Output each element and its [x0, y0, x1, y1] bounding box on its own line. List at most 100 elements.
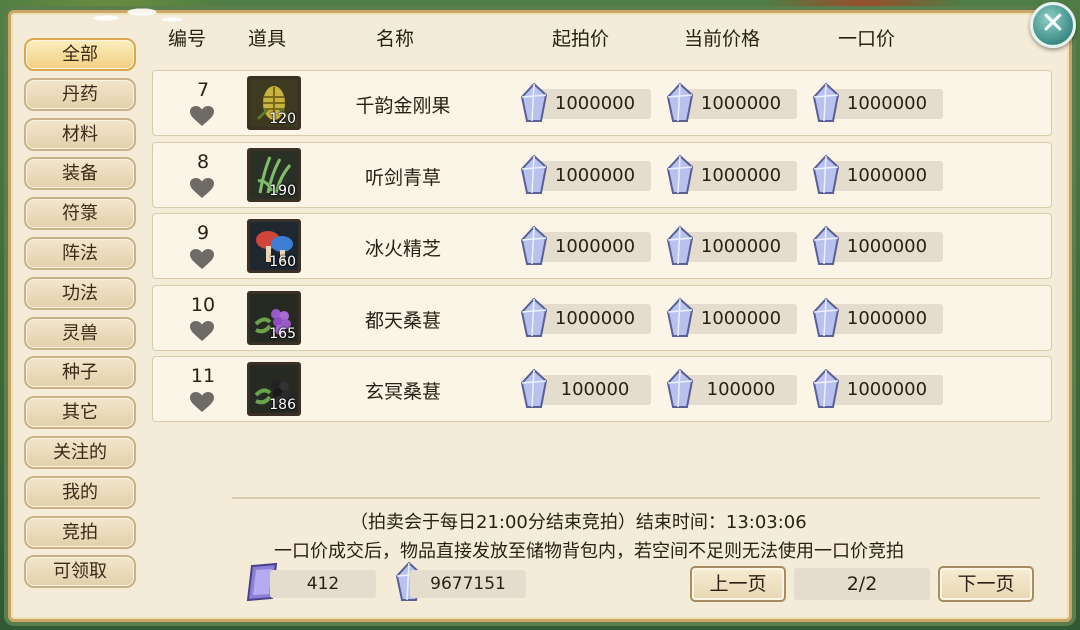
start-price-value: 1000000 — [539, 89, 651, 119]
crystal-icon — [667, 154, 693, 194]
current-price: 1000000 — [667, 83, 797, 122]
heart-icon[interactable] — [189, 248, 215, 270]
crystal-icon — [667, 297, 693, 337]
current-price: 1000000 — [667, 226, 797, 265]
sidebar-item-talismans[interactable]: 符箓 — [24, 197, 136, 231]
crystal-icon — [521, 226, 547, 265]
item-number: 9 — [196, 222, 210, 244]
item-number: 7 — [196, 79, 210, 101]
current-price-value: 1000000 — [685, 232, 797, 262]
crystal-icon — [813, 369, 839, 408]
next-page-button[interactable]: 下一页 — [938, 566, 1034, 602]
item-name: 玄冥桑葚 — [364, 381, 441, 403]
table-row[interactable]: 8 190 听剑青草 1000000 1000000 1000000 — [152, 141, 1052, 208]
crystal-icon — [667, 369, 693, 408]
table-row[interactable]: 9 160 冰火精芝 1000000 1000000 1000000 — [152, 213, 1052, 279]
header-current-price: 当前价格 — [684, 28, 761, 50]
table-row[interactable]: 10 165 都天桑葚 1000000 1000000 1000000 — [152, 284, 1052, 351]
buyout-price-value: 1000000 — [831, 303, 943, 334]
start-price-value: 1000000 — [539, 160, 651, 191]
crystal-icon — [667, 83, 693, 122]
sidebar-item-techniques[interactable]: 功法 — [24, 276, 136, 310]
page-indicator: 2/2 — [794, 568, 930, 600]
sidebar-item-materials[interactable]: 材料 — [24, 117, 136, 151]
buyout-price: 1000000 — [813, 297, 943, 337]
sidebar-item-bidding[interactable]: 竞拍 — [24, 515, 136, 549]
heart-icon[interactable] — [189, 391, 215, 413]
sidebar-item-seeds[interactable]: 种子 — [24, 356, 136, 390]
header-start-price: 起拍价 — [552, 28, 610, 50]
sidebar-item-formations[interactable]: 阵法 — [24, 236, 136, 270]
header-number: 编号 — [168, 28, 207, 50]
item-count: 190 — [269, 182, 296, 199]
item-name: 冰火精芝 — [364, 238, 441, 260]
heart-icon[interactable] — [189, 105, 215, 127]
heart-icon[interactable] — [189, 177, 215, 199]
token-balance-value: 412 — [306, 574, 340, 594]
crystal-balance-value: 9677151 — [430, 574, 506, 594]
item-count: 160 — [269, 254, 296, 270]
start-price: 1000000 — [521, 83, 651, 122]
crystal-icon — [521, 369, 547, 408]
golden-pinecone-icon[interactable]: 120 — [247, 76, 301, 130]
buyout-price: 1000000 — [813, 369, 943, 408]
item-number: 11 — [190, 365, 216, 387]
crystal-icon — [667, 226, 693, 265]
sidebar-item-mine[interactable]: 我的 — [24, 475, 136, 509]
crystal-icon — [521, 83, 547, 122]
header-name: 名称 — [376, 28, 415, 50]
current-price: 1000000 — [667, 154, 797, 194]
heart-icon[interactable] — [189, 320, 215, 342]
black-berry-icon[interactable]: 186 — [247, 362, 301, 416]
item-count: 186 — [269, 397, 296, 413]
item-name: 都天桑葚 — [364, 309, 441, 332]
auction-list: 7 120 千韵金刚果 1000000 1000000 1000000 8 19… — [152, 70, 1052, 428]
token-balance: 412 — [270, 570, 376, 598]
divider — [232, 497, 1040, 499]
sidebar-item-others[interactable]: 其它 — [24, 396, 136, 430]
item-name: 千韵金刚果 — [355, 95, 451, 117]
start-price-value: 100000 — [539, 375, 651, 405]
start-price: 1000000 — [521, 154, 651, 194]
crystal-icon — [813, 297, 839, 337]
mushroom-icon[interactable]: 160 — [247, 219, 301, 273]
sidebar-item-spirit-beasts[interactable]: 灵兽 — [24, 316, 136, 350]
table-header: 编号 道具 名称 起拍价 当前价格 一口价 — [150, 24, 1050, 54]
buyout-price-value: 1000000 — [831, 89, 943, 119]
item-count: 120 — [269, 111, 296, 127]
prev-page-button[interactable]: 上一页 — [690, 566, 786, 602]
crystal-icon — [521, 297, 547, 337]
start-price-value: 1000000 — [539, 303, 651, 334]
item-number: 10 — [190, 293, 216, 316]
buyout-price: 1000000 — [813, 226, 943, 265]
table-row[interactable]: 7 120 千韵金刚果 1000000 1000000 1000000 — [152, 70, 1052, 136]
table-row[interactable]: 11 186 玄冥桑葚 100000 100000 1000000 — [152, 356, 1052, 422]
current-price-value: 1000000 — [685, 303, 797, 334]
buyout-price-value: 1000000 — [831, 232, 943, 262]
start-price: 1000000 — [521, 297, 651, 337]
current-price-value: 1000000 — [685, 160, 797, 191]
current-price-value: 1000000 — [685, 89, 797, 119]
purple-berry-icon[interactable]: 165 — [247, 290, 301, 345]
sidebar-item-watched[interactable]: 关注的 — [24, 435, 136, 469]
green-grass-icon[interactable]: 190 — [247, 147, 301, 202]
current-price: 100000 — [667, 369, 797, 408]
category-sidebar: 全部 丹药 材料 装备 符箓 阵法 功法 灵兽 种子 其它 关注的 我的 竞拍 … — [24, 38, 140, 595]
start-price: 100000 — [521, 369, 651, 408]
start-price-value: 1000000 — [539, 232, 651, 262]
sidebar-item-equipment[interactable]: 装备 — [24, 157, 136, 191]
item-name: 听剑青草 — [364, 166, 441, 189]
buyout-notice: 一口价成交后，物品直接发放至储物背包内，若空间不足则无法使用一口价竞拍 — [274, 541, 904, 562]
crystal-balance: 9677151 — [410, 570, 526, 598]
sidebar-item-all[interactable]: 全部 — [24, 38, 136, 71]
sidebar-item-claimable[interactable]: 可领取 — [24, 555, 136, 589]
crystal-icon — [813, 154, 839, 194]
crystal-icon — [521, 154, 547, 194]
buyout-price: 1000000 — [813, 83, 943, 122]
start-price: 1000000 — [521, 226, 651, 265]
item-count: 165 — [269, 325, 296, 342]
current-price: 1000000 — [667, 297, 797, 337]
header-buyout-price: 一口价 — [838, 28, 896, 50]
current-price-value: 100000 — [685, 375, 797, 405]
sidebar-item-pills[interactable]: 丹药 — [24, 77, 136, 111]
